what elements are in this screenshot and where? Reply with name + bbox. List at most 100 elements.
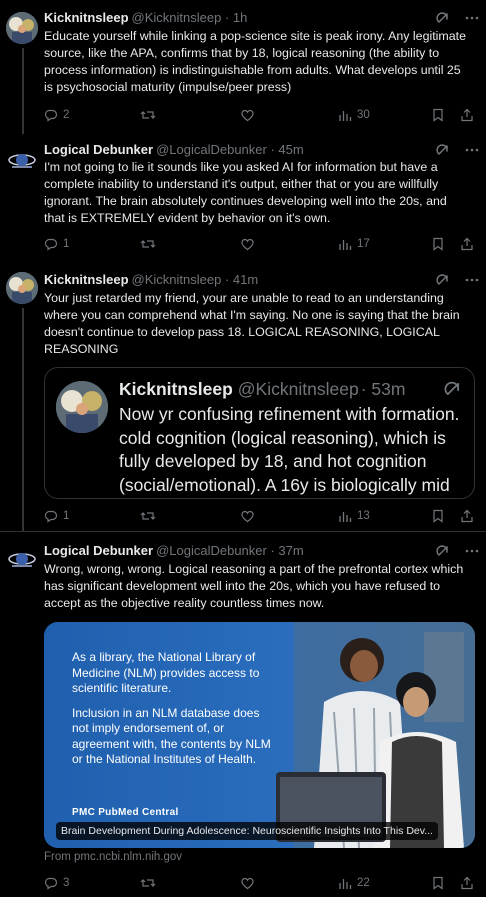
like-button[interactable] — [240, 874, 255, 892]
tweet-actions: 1 17 — [44, 235, 476, 253]
avatar[interactable] — [6, 543, 38, 575]
repost-icon — [140, 111, 156, 119]
repost-icon — [140, 512, 156, 520]
view-count: 30 — [357, 109, 370, 121]
tweet-text: Your just retarded my friend, your are u… — [44, 291, 460, 356]
grok-icon[interactable] — [444, 380, 462, 398]
avatar[interactable] — [6, 12, 38, 44]
bookmark-button[interactable] — [432, 507, 444, 525]
tweet[interactable]: Logical Debunker @LogicalDebunker · 45m I… — [0, 134, 486, 264]
avatar[interactable] — [6, 144, 38, 176]
timestamp[interactable]: · 1h — [225, 10, 247, 25]
reply-button[interactable]: 1 — [44, 507, 69, 525]
share-icon — [461, 108, 473, 122]
share-button[interactable] — [460, 874, 474, 892]
repost-button[interactable] — [140, 235, 156, 253]
repost-button[interactable] — [140, 507, 156, 525]
views-button[interactable]: 30 — [338, 106, 370, 124]
tweet[interactable]: Kicknitnsleep @Kicknitnsleep · 1h Educate… — [0, 0, 486, 134]
display-name[interactable]: Kicknitnsleep — [44, 272, 129, 287]
grok-icon[interactable] — [436, 273, 450, 287]
display-name[interactable]: Kicknitnsleep — [44, 10, 129, 25]
more-icon[interactable] — [464, 143, 480, 157]
reply-icon — [44, 877, 58, 890]
quoted-text: Now yr confusing refinement with formati… — [119, 404, 460, 495]
reply-count: 2 — [63, 109, 70, 121]
bookmark-button[interactable] — [432, 106, 444, 124]
share-button[interactable] — [460, 235, 474, 253]
user-handle[interactable]: @Kicknitnsleep — [132, 272, 222, 287]
share-icon — [461, 509, 473, 523]
grok-icon[interactable] — [436, 544, 450, 558]
views-icon — [339, 879, 352, 889]
tweet-header: Kicknitnsleep @Kicknitnsleep · 41m — [44, 271, 476, 289]
grok-icon[interactable] — [436, 11, 450, 25]
reply-icon — [44, 109, 58, 122]
repost-icon — [140, 879, 156, 887]
views-icon — [339, 512, 352, 522]
share-icon — [461, 876, 473, 890]
tweet[interactable]: Logical Debunker @LogicalDebunker · 37m W… — [0, 533, 486, 897]
tweet-header: Logical Debunker @LogicalDebunker · 37m — [44, 542, 476, 560]
bookmark-icon — [433, 108, 443, 122]
views-button[interactable]: 13 — [338, 507, 370, 525]
like-icon — [241, 510, 254, 523]
timestamp[interactable]: · 37m — [270, 543, 303, 558]
card-paragraph: As a library, the National Library of Me… — [72, 650, 260, 695]
views-icon — [339, 240, 352, 250]
quoted-timestamp: · 53m — [360, 379, 406, 399]
more-icon[interactable] — [464, 544, 480, 558]
user-handle[interactable]: @Kicknitnsleep — [132, 10, 222, 25]
reply-count: 3 — [63, 877, 70, 889]
quoted-display-name: Kicknitnsleep — [119, 379, 233, 399]
views-button[interactable]: 17 — [338, 235, 370, 253]
display-name[interactable]: Logical Debunker — [44, 543, 153, 558]
card-title[interactable]: Brain Development During Adolescence: Ne… — [56, 822, 438, 840]
tweet-divider — [0, 531, 486, 532]
repost-icon — [140, 240, 156, 248]
reply-button[interactable]: 2 — [44, 106, 69, 124]
bookmark-icon — [433, 509, 443, 523]
repost-button[interactable] — [140, 874, 156, 892]
timestamp[interactable]: · 41m — [225, 272, 258, 287]
more-icon[interactable] — [464, 11, 480, 25]
tweet-header: Kicknitnsleep @Kicknitnsleep · 1h — [44, 9, 476, 27]
quoted-header: Kicknitnsleep @Kicknitnsleep · 53m — [119, 378, 462, 400]
avatar[interactable] — [6, 272, 38, 304]
like-button[interactable] — [240, 106, 255, 124]
bookmark-icon — [433, 876, 443, 890]
view-count: 13 — [357, 510, 370, 522]
user-handle[interactable]: @LogicalDebunker — [156, 142, 267, 157]
like-button[interactable] — [240, 235, 255, 253]
bookmark-button[interactable] — [432, 874, 444, 892]
tweet[interactable]: Kicknitnsleep @Kicknitnsleep · 41m Your j… — [0, 264, 486, 531]
tweet-actions: 2 30 — [44, 106, 476, 124]
pmc-logo: PMC PubMed Central — [72, 807, 179, 818]
link-source[interactable]: From pmc.ncbi.nlm.nih.gov — [44, 851, 182, 863]
reply-button[interactable]: 3 — [44, 874, 69, 892]
tweet-text: I'm not going to lie it sounds like you … — [44, 160, 447, 225]
tweet-header: Logical Debunker @LogicalDebunker · 45m — [44, 141, 476, 159]
timestamp[interactable]: · 45m — [270, 142, 303, 157]
user-handle[interactable]: @LogicalDebunker — [156, 543, 267, 558]
more-icon[interactable] — [464, 273, 480, 287]
quoted-tweet[interactable]: Kicknitnsleep @Kicknitnsleep · 53m Now yr … — [44, 367, 475, 499]
reply-count: 1 — [63, 510, 70, 522]
reply-button[interactable]: 1 — [44, 235, 69, 253]
quoted-avatar — [56, 381, 108, 433]
repost-button[interactable] — [140, 106, 156, 124]
view-count: 22 — [357, 877, 370, 889]
display-name[interactable]: Logical Debunker — [44, 142, 153, 157]
views-button[interactable]: 22 — [338, 874, 370, 892]
grok-icon[interactable] — [436, 143, 450, 157]
tweet-text: Wrong, wrong, wrong. Logical reasoning a… — [44, 562, 464, 610]
card-paragraph: Inclusion in an NLM database does not im… — [72, 705, 271, 767]
bookmark-button[interactable] — [432, 235, 444, 253]
like-icon — [241, 877, 254, 890]
share-button[interactable] — [460, 106, 474, 124]
link-preview-card[interactable]: As a library, the National Library of Me… — [44, 622, 475, 848]
tweet-actions: 1 13 — [44, 507, 476, 525]
share-button[interactable] — [460, 507, 474, 525]
tweet-actions: 3 22 — [44, 874, 476, 892]
like-button[interactable] — [240, 507, 255, 525]
